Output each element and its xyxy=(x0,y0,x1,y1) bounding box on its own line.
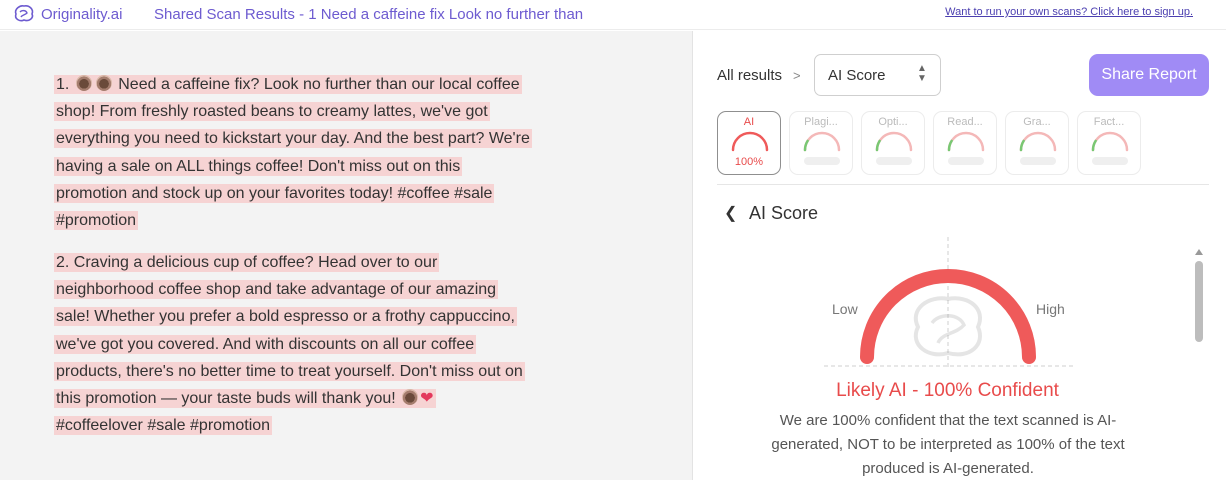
gauge-high-label: High xyxy=(1036,301,1065,317)
blurred-value xyxy=(1092,157,1128,165)
mini-gauge-icon xyxy=(947,131,985,152)
logo-text: Originality.ai xyxy=(41,5,123,23)
text-line: 2. Craving a delicious cup of coffee? He… xyxy=(56,254,438,271)
chevron-right-icon: > xyxy=(793,68,801,83)
text-line: 1. Need a caffeine fix? Look no further … xyxy=(56,75,520,93)
text-line: sale! Whether you prefer a bold espresso… xyxy=(56,308,515,326)
mini-gauge-icon xyxy=(803,131,841,152)
score-tab-3[interactable]: Read... xyxy=(933,111,997,175)
mini-gauge-icon xyxy=(731,131,769,152)
blurred-value xyxy=(876,157,912,165)
signup-link[interactable]: Want to run your own scans? Click here t… xyxy=(945,6,1193,18)
text-line: having a sale on ALL things coffee! Don'… xyxy=(56,157,461,175)
breadcrumb-all-results[interactable]: All results xyxy=(717,67,782,84)
logo[interactable]: Originality.ai xyxy=(12,3,122,25)
tab-label: AI xyxy=(743,116,755,128)
coffee-emoji-icon xyxy=(95,75,112,91)
description-line: produced is AI-generated. xyxy=(862,460,1034,477)
score-tab-2[interactable]: Opti... xyxy=(861,111,925,175)
scroll-thumb[interactable] xyxy=(1195,261,1203,342)
score-tab-1[interactable]: Plagi... xyxy=(789,111,853,175)
scrollbar[interactable] xyxy=(1194,249,1204,480)
highlighted-text: 2. Craving a delicious cup of coffee? He… xyxy=(54,253,525,436)
tab-label: Fact... xyxy=(1093,116,1125,128)
results-pane: All results > AI Score ▲ ▼ Share Report A… xyxy=(694,31,1226,480)
divider xyxy=(717,184,1209,185)
share-report-button[interactable]: Share Report xyxy=(1089,54,1209,96)
mini-gauge-icon xyxy=(875,131,913,152)
tab-label: Opti... xyxy=(878,116,908,128)
tab-label: Plagi... xyxy=(804,116,838,128)
tab-label: Gra... xyxy=(1023,116,1051,128)
score-tab-0[interactable]: AI 100% xyxy=(717,111,781,175)
text-line: we've got you covered. And with discount… xyxy=(56,335,475,353)
score-tab-5[interactable]: Fact... xyxy=(1077,111,1141,175)
text-line: this promotion — your taste buds will th… xyxy=(56,389,434,407)
mini-gauge-icon xyxy=(1019,131,1057,152)
paragraph-1: 1. Need a caffeine fix? Look no further … xyxy=(54,71,594,234)
tab-value: 100% xyxy=(734,156,764,168)
back-chevron-icon[interactable]: ❮ xyxy=(724,203,737,223)
score-tab-4[interactable]: Gra... xyxy=(1005,111,1069,175)
text-line: #coffeelover #sale #promotion xyxy=(56,417,271,435)
section-title: AI Score xyxy=(749,203,819,223)
select-value: AI Score xyxy=(828,67,886,84)
text-line: products, there's no better time to trea… xyxy=(56,362,523,380)
coffee-emoji-icon xyxy=(75,75,92,91)
text-line: shop! From freshly roasted beans to crea… xyxy=(56,103,488,121)
coffee-emoji-icon xyxy=(402,389,419,406)
description-line: We are 100% confident that the text scan… xyxy=(779,412,1117,429)
mini-gauge-icon xyxy=(1091,131,1129,152)
blurred-value xyxy=(804,157,840,165)
scroll-up-arrow-icon[interactable] xyxy=(1195,249,1203,255)
blurred-value xyxy=(1020,157,1056,165)
brain-icon xyxy=(12,4,36,24)
heart-emoji-icon: ❤ xyxy=(420,390,434,408)
text-line: #promotion xyxy=(56,212,137,230)
text-line: everything you need to kickstart your da… xyxy=(56,130,530,148)
result-title: Likely AI - 100% Confident xyxy=(836,380,1059,401)
tab-label: Read... xyxy=(947,116,983,128)
chevron-up-down-icon: ▲ ▼ xyxy=(917,63,927,84)
text-line: promotion and stock up on your favorites… xyxy=(56,184,493,202)
score-type-select[interactable]: AI Score ▲ ▼ xyxy=(814,54,941,96)
scanned-text-pane: 1. Need a caffeine fix? Look no further … xyxy=(0,31,693,480)
description-line: generated, NOT to be interpreted as 100%… xyxy=(771,436,1125,453)
highlighted-text: 1. Need a caffeine fix? Look no further … xyxy=(54,75,532,231)
gauge-low-label: Low xyxy=(832,301,858,317)
page-title: Shared Scan Results - 1 Need a caffeine … xyxy=(154,6,584,23)
paragraph-2: 2. Craving a delicious cup of coffee? He… xyxy=(54,249,594,439)
result-description: We are 100% confident that the text scan… xyxy=(758,409,1138,480)
blurred-value xyxy=(948,157,984,165)
text-line: neighborhood coffee shop and take advant… xyxy=(56,281,497,299)
top-bar: Originality.ai Shared Scan Results - 1 N… xyxy=(0,0,1226,30)
